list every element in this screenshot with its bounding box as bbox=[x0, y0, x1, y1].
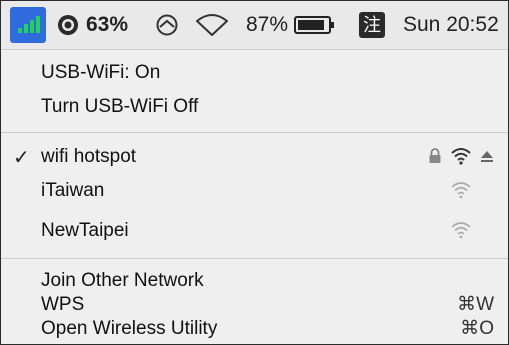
network-name: iTaiwan bbox=[41, 180, 105, 201]
screenshot-frame: 63% 87% 注 Sun 20:52 USB-WiFi: On Turn US… bbox=[0, 0, 509, 345]
usb-wifi-status: USB-WiFi: On bbox=[1, 55, 508, 89]
network-name: NewTaipei bbox=[41, 220, 129, 241]
clock-text: Sun 20:52 bbox=[403, 13, 499, 36]
menu-bar: 63% 87% 注 Sun 20:52 bbox=[1, 1, 508, 50]
menu-clock[interactable]: Sun 20:52 bbox=[403, 1, 499, 49]
open-wireless-utility-shortcut: ⌘O bbox=[460, 318, 494, 339]
open-wireless-utility-item[interactable]: Open Wireless Utility ⌘O bbox=[1, 311, 508, 344]
menu-separator bbox=[1, 132, 508, 133]
network-item-newtaipei[interactable]: NewTaipei bbox=[1, 213, 508, 247]
wifi-dropdown-menu: USB-WiFi: On Turn USB-WiFi Off ✓ wifi ho… bbox=[1, 50, 508, 344]
cpu-monitor[interactable]: 63% bbox=[56, 1, 128, 49]
connected-check-icon: ✓ bbox=[13, 147, 30, 169]
turn-wifi-off-item[interactable]: Turn USB-WiFi Off bbox=[1, 89, 508, 123]
network-name: wifi hotspot bbox=[41, 146, 137, 167]
wifi-signal-icon bbox=[451, 182, 471, 199]
input-method[interactable]: 注 bbox=[359, 1, 385, 49]
network-item-wifi-hotspot[interactable]: ✓ wifi hotspot bbox=[1, 139, 508, 173]
wifi-signal-icon bbox=[451, 222, 471, 239]
sync-circle-icon bbox=[156, 14, 178, 36]
usb-wifi-status-label: USB-WiFi: On bbox=[41, 62, 161, 83]
wifi-menu[interactable] bbox=[195, 1, 229, 49]
wifi-signal-strong-icon bbox=[451, 148, 471, 165]
turn-wifi-off-label: Turn USB-WiFi Off bbox=[41, 96, 199, 117]
open-wireless-utility-label: Open Wireless Utility bbox=[41, 318, 218, 339]
lock-icon bbox=[429, 148, 441, 163]
eject-icon[interactable] bbox=[480, 149, 494, 163]
usb-wifi-signal-icon[interactable] bbox=[10, 7, 46, 43]
battery-status[interactable]: 87% bbox=[246, 1, 336, 49]
sync-status[interactable] bbox=[155, 1, 179, 49]
network-item-itaiwan[interactable]: iTaiwan bbox=[1, 173, 508, 207]
battery-icon bbox=[294, 16, 335, 34]
cpu-percent: 63% bbox=[86, 13, 129, 36]
menu-separator bbox=[1, 258, 508, 259]
input-method-icon: 注 bbox=[359, 12, 385, 38]
gauge-icon bbox=[58, 15, 78, 35]
battery-percent: 87% bbox=[246, 13, 289, 36]
wifi-outline-icon bbox=[196, 14, 228, 36]
